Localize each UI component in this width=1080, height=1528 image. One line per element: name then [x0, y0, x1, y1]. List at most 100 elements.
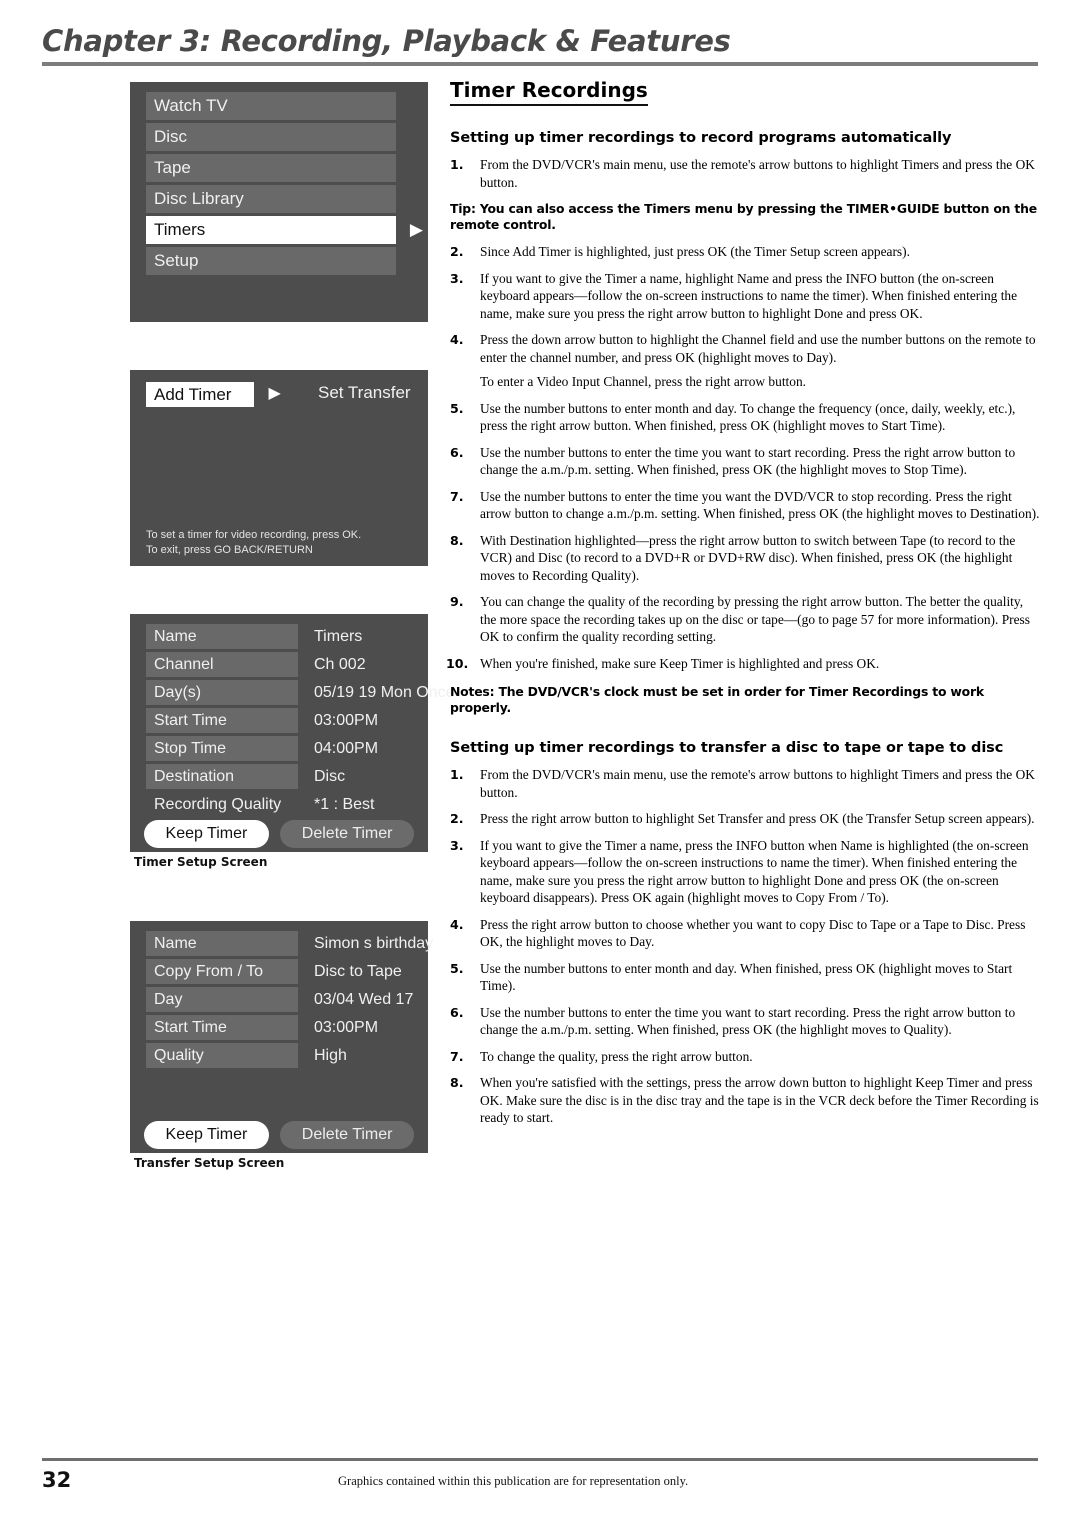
list-item: 4. Press the right arrow button to choos…	[450, 916, 1040, 951]
section1-steps-part2: 2. Since Add Timer is highlighted, just …	[450, 243, 1040, 366]
step-number: 8.	[450, 532, 464, 548]
timer-setup-row[interactable]: Start Time 03:00PM	[130, 708, 428, 733]
transfer-setup-row[interactable]: Quality High	[130, 1043, 428, 1068]
timers-menu-screen: Add Timer ▶ Set Transfer To set a timer …	[130, 370, 428, 566]
list-item: 5. Use the number buttons to enter month…	[450, 960, 1040, 995]
list-item: 8. With Destination highlighted—press th…	[450, 532, 1040, 585]
step-text: If you want to give the Timer a name, hi…	[480, 270, 1018, 321]
help-line-2: To exit, press GO BACK/RETURN	[146, 544, 313, 556]
row-value: 05/19 19 Mon Once	[314, 684, 455, 701]
menu-item-disc[interactable]: Disc	[146, 123, 396, 151]
list-item: 2. Press the right arrow button to highl…	[450, 810, 1040, 828]
keep-timer-button[interactable]: Keep Timer	[143, 1121, 270, 1149]
left-graphics-column: Watch TV Disc Tape Disc Library Timers ▶…	[130, 82, 455, 1170]
tip-note: Tip: You can also access the Timers menu…	[450, 201, 1037, 232]
menu-item-label: Setup	[154, 251, 199, 270]
timer-setup-row[interactable]: Recording Quality *1 : Best	[130, 792, 428, 817]
chevron-right-icon: ▶	[409, 220, 423, 239]
step-text: You can change the quality of the record…	[480, 594, 1030, 644]
step-text: To change the quality, press the right a…	[480, 1048, 753, 1064]
step-number: 8.	[450, 1075, 464, 1090]
menu-item-setup[interactable]: Setup	[146, 247, 396, 275]
menu-item-label: Watch TV	[154, 96, 228, 115]
set-transfer-button[interactable]: Set Transfer	[318, 383, 411, 403]
panel-gap	[130, 566, 430, 614]
list-item: 5. Use the number buttons to enter month…	[450, 400, 1040, 435]
section1-notes: Notes: The DVD/VCR's clock must be set i…	[450, 684, 984, 715]
row-value: High	[314, 1047, 347, 1064]
row-label: Channel	[146, 652, 298, 677]
row-label: Stop Time	[146, 736, 298, 761]
section1-heading: Setting up timer recordings to record pr…	[450, 130, 952, 146]
add-timer-button[interactable]: Add Timer	[146, 382, 254, 407]
row-label: Day(s)	[146, 680, 298, 705]
step-text: Use the number buttons to enter the time…	[480, 1004, 1016, 1038]
timer-setup-row[interactable]: Channel Ch 002	[130, 652, 428, 677]
transfer-setup-buttons: Keep Timer Delete Timer	[130, 1121, 428, 1153]
row-label: Name	[146, 624, 298, 649]
list-item: 4. Press the down arrow button to highli…	[450, 331, 1040, 366]
timer-setup-row[interactable]: Destination Disc	[130, 764, 428, 789]
page-title: Timer Recordings	[450, 78, 648, 106]
help-line-1: To set a timer for video recording, pres…	[146, 529, 362, 541]
panel-gap	[130, 869, 430, 921]
step-number: 4.	[450, 332, 464, 347]
row-value: *1 : Best	[314, 796, 375, 813]
transfer-setup-screen: Name Simon s birthday Copy From / To Dis…	[130, 921, 433, 1153]
row-value: 03:00PM	[314, 712, 379, 729]
row-value: Ch 002	[314, 656, 366, 673]
step-number: 7.	[450, 488, 464, 504]
footer-divider	[42, 1458, 1038, 1461]
timer-setup-buttons: Keep Timer Delete Timer	[130, 820, 428, 852]
step-number: 5.	[450, 960, 464, 976]
row-label: Destination	[146, 764, 298, 789]
transfer-setup-row[interactable]: Day 03/04 Wed 17	[130, 987, 428, 1012]
step-text: With Destination highlighted—press the r…	[480, 532, 1016, 583]
timer-setup-row[interactable]: Stop Time 04:00PM	[130, 736, 428, 761]
step-text: From the DVD/VCR's main menu, use the re…	[480, 157, 1035, 190]
timer-setup-screen: Name Timers Channel Ch 002 Day(s) 05/19 …	[130, 614, 455, 852]
timers-menu-row: Add Timer ▶ Set Transfer	[130, 370, 428, 412]
step-number: 9.	[450, 594, 464, 609]
main-menu-screen: Watch TV Disc Tape Disc Library Timers ▶…	[130, 82, 428, 322]
menu-item-tape[interactable]: Tape	[146, 154, 396, 182]
step-number: 1.	[450, 767, 464, 782]
row-label: Start Time	[146, 1015, 298, 1040]
keep-timer-button[interactable]: Keep Timer	[143, 820, 270, 848]
menu-item-timers[interactable]: Timers ▶	[146, 216, 423, 244]
step-text: Use the number buttons to enter the time…	[480, 488, 1040, 522]
step-number: 2.	[450, 811, 464, 826]
list-item: 6. Use the number buttons to enter the t…	[450, 1004, 1040, 1039]
section2-steps: 1. From the DVD/VCR's main menu, use the…	[450, 766, 1040, 1127]
delete-timer-button[interactable]: Delete Timer	[279, 820, 415, 848]
step-number: 3.	[450, 837, 464, 853]
main-menu-list: Watch TV Disc Tape Disc Library Timers ▶…	[130, 82, 428, 288]
row-value: 04:00PM	[314, 740, 379, 757]
step-text: Press the down arrow button to highlight…	[480, 332, 1036, 365]
list-item: 9. You can change the quality of the rec…	[450, 593, 1040, 646]
list-item: 7. Use the number buttons to enter the t…	[450, 488, 1040, 523]
step-number: 1.	[450, 157, 464, 172]
step-number: 6.	[450, 444, 464, 460]
timer-setup-row[interactable]: Day(s) 05/19 19 Mon Once	[130, 680, 455, 705]
timer-setup-row[interactable]: Name Timers	[130, 624, 428, 649]
row-label: Quality	[146, 1043, 298, 1068]
menu-item-label: Disc Library	[154, 189, 244, 208]
chapter-header: Chapter 3: Recording, Playback & Feature…	[42, 24, 1038, 66]
panel-gap	[130, 322, 430, 370]
delete-timer-button[interactable]: Delete Timer	[279, 1121, 415, 1149]
transfer-setup-caption: Transfer Setup Screen	[134, 1156, 285, 1170]
transfer-setup-row[interactable]: Copy From / To Disc to Tape	[130, 959, 428, 984]
list-item: 1. From the DVD/VCR's main menu, use the…	[450, 156, 1040, 191]
transfer-setup-row[interactable]: Name Simon s birthday	[130, 931, 433, 956]
menu-item-watch-tv[interactable]: Watch TV	[146, 92, 396, 120]
step-text: Use the number buttons to enter month an…	[480, 400, 1016, 434]
transfer-setup-row[interactable]: Start Time 03:00PM	[130, 1015, 428, 1040]
row-label: Name	[146, 931, 298, 956]
row-label: Start Time	[146, 708, 298, 733]
list-item: 6. Use the number buttons to enter the t…	[450, 444, 1040, 479]
step-text: If you want to give the Timer a name, pr…	[480, 837, 1029, 906]
step-number: 3.	[450, 270, 464, 286]
menu-item-disc-library[interactable]: Disc Library	[146, 185, 396, 213]
chapter-title: Chapter 3: Recording, Playback & Feature…	[42, 24, 731, 58]
